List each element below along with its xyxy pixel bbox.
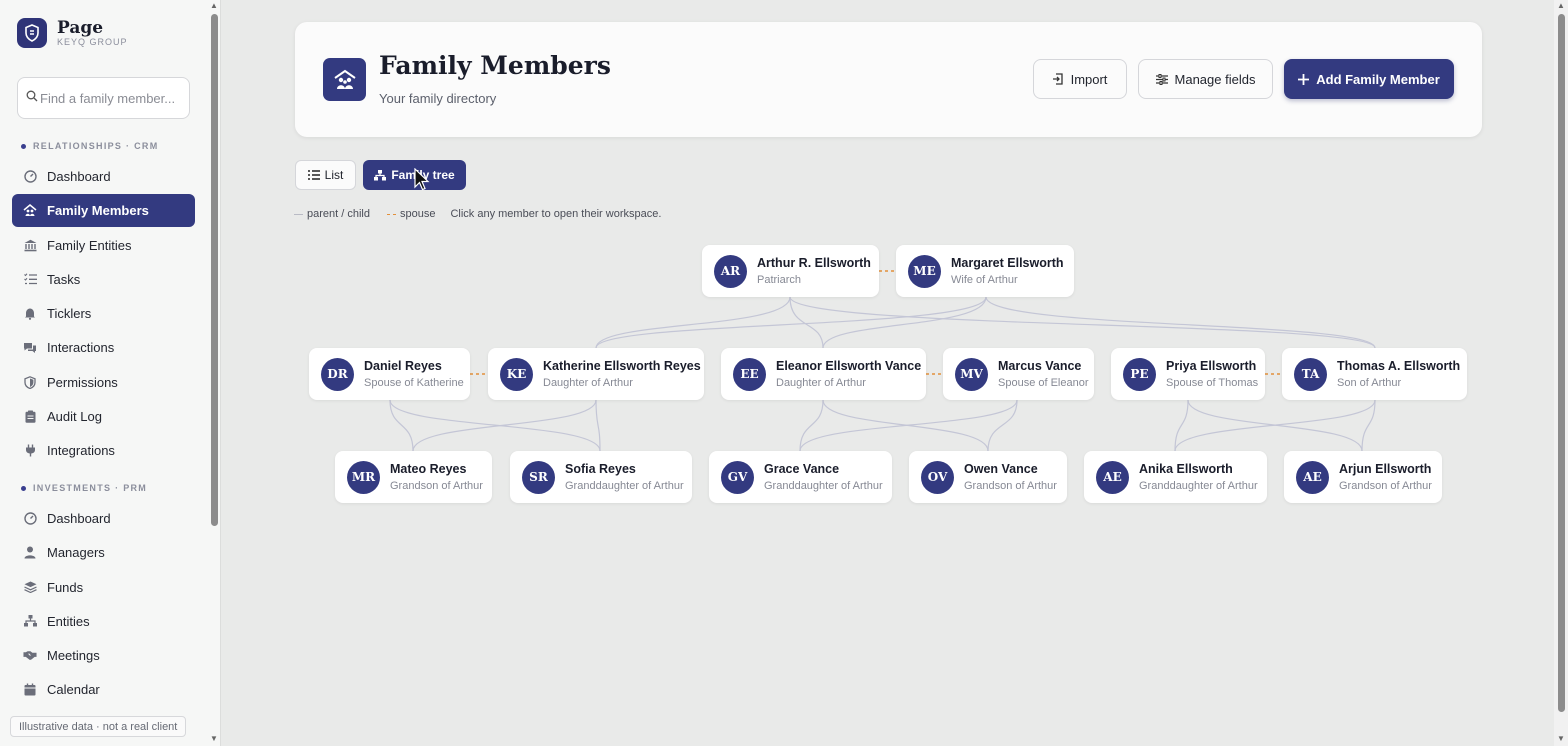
member-role: Granddaughter of Arthur — [764, 479, 883, 492]
member-role: Spouse of Eleanor — [998, 376, 1089, 389]
member-card[interactable]: MV Marcus Vance Spouse of Eleanor — [943, 348, 1094, 400]
member-avatar: EE — [733, 357, 766, 391]
member-role: Daughter of Arthur — [776, 376, 866, 389]
member-card[interactable]: KE Katherine Ellsworth Reyes Daughter of … — [488, 348, 704, 400]
member-role: Son of Arthur — [1337, 376, 1402, 389]
member-name: Grace Vance — [764, 461, 840, 476]
member-avatar: AE — [1296, 460, 1329, 494]
member-name: Arjun Ellsworth — [1339, 461, 1432, 476]
member-avatar: AR — [714, 254, 747, 288]
member-name: Arthur R. Ellsworth — [757, 255, 871, 270]
member-role: Grandson of Arthur — [1339, 479, 1432, 492]
member-role: Spouse of Katherine — [364, 376, 464, 389]
main-scroll-thumb[interactable] — [1558, 14, 1565, 712]
member-card[interactable]: AR Arthur R. Ellsworth Patriarch — [702, 245, 879, 297]
member-role: Spouse of Thomas — [1166, 376, 1259, 389]
member-avatar: KE — [500, 357, 533, 391]
member-name: Anika Ellsworth — [1139, 461, 1233, 476]
member-card[interactable]: SR Sofia Reyes Granddaughter of Arthur — [510, 451, 692, 503]
member-avatar: TA — [1294, 357, 1327, 391]
member-role: Wife of Arthur — [951, 273, 1018, 286]
member-card[interactable]: AE Arjun Ellsworth Grandson of Arthur — [1284, 451, 1442, 503]
member-name: Owen Vance — [964, 461, 1038, 476]
member-role: Granddaughter of Arthur — [565, 479, 684, 492]
member-role: Grandson of Arthur — [390, 479, 483, 492]
member-card[interactable]: OV Owen Vance Grandson of Arthur — [909, 451, 1067, 503]
member-avatar: SR — [522, 460, 555, 494]
member-avatar: GV — [721, 460, 754, 494]
member-role: Grandson of Arthur — [964, 479, 1057, 492]
member-avatar: AE — [1096, 460, 1129, 494]
member-avatar: DR — [321, 357, 354, 391]
member-card[interactable]: TA Thomas A. Ellsworth Son of Arthur — [1282, 348, 1467, 400]
member-role: Patriarch — [757, 273, 802, 286]
main-scrollbar[interactable]: ▲ ▼ — [1554, 0, 1568, 746]
member-name: Daniel Reyes — [364, 358, 442, 373]
member-role: Daughter of Arthur — [543, 376, 633, 389]
member-name: Sofia Reyes — [565, 461, 636, 476]
member-card[interactable]: GV Grace Vance Granddaughter of Arthur — [709, 451, 892, 503]
member-name: Katherine Ellsworth Reyes — [543, 358, 701, 373]
member-avatar: OV — [921, 460, 954, 494]
member-avatar: MV — [955, 357, 988, 391]
scroll-down-icon[interactable]: ▼ — [1557, 734, 1565, 743]
member-name: Marcus Vance — [998, 358, 1082, 373]
member-name: Margaret Ellsworth — [951, 255, 1064, 270]
member-avatar: MR — [347, 460, 380, 494]
member-name: Eleanor Ellsworth Vance — [776, 358, 922, 373]
member-card[interactable]: AE Anika Ellsworth Granddaughter of Arthu… — [1084, 451, 1267, 503]
member-card[interactable]: DR Daniel Reyes Spouse of Katherine — [309, 348, 470, 400]
member-card[interactable]: ME Margaret Ellsworth Wife of Arthur — [896, 245, 1074, 297]
member-name: Thomas A. Ellsworth — [1337, 358, 1461, 373]
member-card[interactable]: PE Priya Ellsworth Spouse of Thomas — [1111, 348, 1265, 400]
scroll-up-icon[interactable]: ▲ — [1557, 1, 1565, 10]
member-card[interactable]: MR Mateo Reyes Grandson of Arthur — [335, 451, 492, 503]
member-name: Mateo Reyes — [390, 461, 467, 476]
member-card[interactable]: EE Eleanor Ellsworth Vance Daughter of Ar… — [721, 348, 926, 400]
member-name: Priya Ellsworth — [1166, 358, 1257, 373]
member-role: Granddaughter of Arthur — [1139, 479, 1258, 492]
mouse-cursor-icon — [414, 168, 430, 191]
member-avatar: ME — [908, 254, 941, 288]
member-avatar: PE — [1123, 357, 1156, 391]
